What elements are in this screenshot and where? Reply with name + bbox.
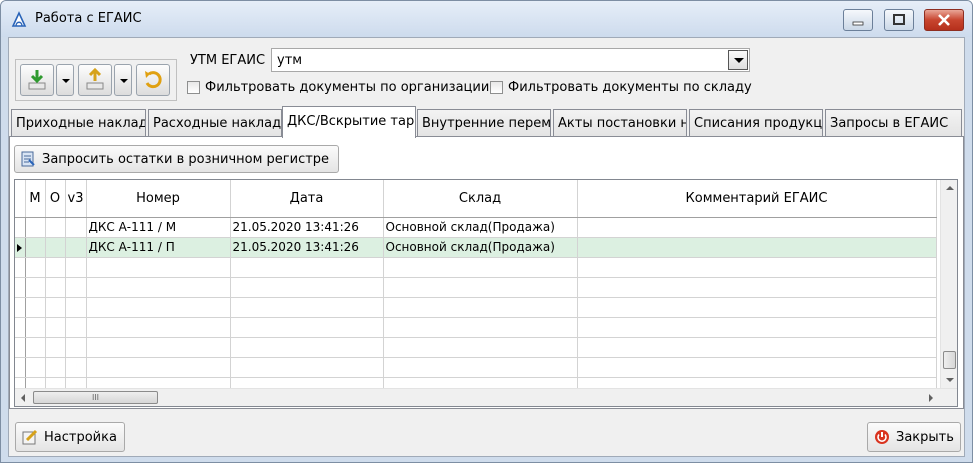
cell-m — [25, 237, 46, 258]
horizontal-scrollbar[interactable]: III — [15, 388, 957, 406]
cell-date: 21.05.2020 13:41:26 — [230, 217, 384, 238]
utm-label: УТМ ЕГАИС — [190, 53, 266, 68]
table-header-row: М О v3 Номер Дата Склад Комментарий ЕГАИ… — [15, 180, 937, 218]
title-bar[interactable]: Работа с ЕГАИС — [1, 1, 972, 37]
scroll-down-icon[interactable] — [946, 378, 954, 382]
column-header-comment[interactable]: Комментарий ЕГАИС — [577, 180, 937, 218]
tab-panel: Запросить остатки в розничном регистре М… — [9, 136, 964, 409]
filter-org-checkbox[interactable] — [187, 80, 200, 94]
utm-select-value: утм — [277, 53, 303, 68]
upload-button[interactable] — [78, 64, 112, 96]
empty-row — [15, 357, 937, 378]
upload-icon — [86, 67, 104, 90]
cell-store: Основной склад(Продажа) — [383, 217, 578, 238]
horizontal-scroll-thumb[interactable]: III — [33, 391, 158, 404]
current-row-pointer-icon — [17, 243, 22, 252]
row-indicator — [15, 217, 26, 238]
cell-v3 — [65, 217, 87, 238]
empty-row — [15, 277, 937, 298]
vertical-scrollbar[interactable] — [940, 180, 957, 388]
empty-row — [15, 317, 937, 338]
row-indicator-header — [15, 180, 26, 218]
column-header-date[interactable]: Дата — [230, 180, 384, 218]
chevron-down-icon[interactable] — [728, 50, 748, 70]
filter-store-checkbox[interactable] — [490, 80, 503, 94]
cell-o — [45, 217, 66, 238]
minimize-button[interactable] — [843, 9, 873, 31]
upload-dropdown[interactable] — [114, 64, 132, 96]
download-icon — [28, 70, 46, 90]
table-row-selected[interactable]: ДКС А-111 / П 21.05.2020 13:41:26 Основн… — [15, 237, 937, 258]
settings-button[interactable]: Настройка — [15, 422, 125, 452]
cell-comment — [577, 237, 937, 258]
documents-grid[interactable]: М О v3 Номер Дата Склад Комментарий ЕГАИ… — [14, 179, 958, 407]
cell-o — [45, 237, 66, 258]
window-title: Работа с ЕГАИС — [35, 11, 142, 26]
cell-store: Основной склад(Продажа) — [383, 237, 578, 258]
download-dropdown[interactable] — [56, 64, 74, 96]
tab-strip: Приходные накладные Расходные накладные … — [9, 106, 964, 138]
cell-comment — [577, 217, 937, 238]
scroll-right-icon[interactable] — [929, 394, 933, 402]
maximize-button[interactable] — [884, 9, 914, 31]
client-area: УТМ ЕГАИС утм Фильтровать документы по о… — [8, 37, 965, 457]
app-logo-icon — [11, 11, 27, 27]
cell-date: 21.05.2020 13:41:26 — [230, 237, 384, 258]
tab-outgoing-invoices[interactable]: Расходные накладные — [148, 109, 282, 137]
settings-icon — [22, 429, 38, 445]
documents-table: М О v3 Номер Дата Склад Комментарий ЕГАИ… — [15, 180, 937, 406]
close-label: Закрыть — [896, 429, 954, 445]
empty-row — [15, 297, 937, 318]
document-request-icon — [21, 151, 35, 167]
empty-row — [15, 257, 937, 278]
tab-dks-opening[interactable]: ДКС/Вскрытие тары — [282, 106, 416, 138]
maximize-icon — [893, 14, 905, 25]
close-button[interactable]: Закрыть — [867, 422, 961, 452]
tab-incoming-invoices[interactable]: Приходные накладные — [11, 109, 146, 137]
refresh-button[interactable] — [136, 64, 170, 96]
column-header-store[interactable]: Склад — [383, 180, 578, 218]
filter-org-checkbox-row[interactable]: Фильтровать документы по организации — [187, 79, 489, 95]
tab-egais-requests[interactable]: Запросы в ЕГАИС — [825, 109, 962, 137]
cell-number: ДКС А-111 / П — [86, 237, 231, 258]
filter-store-label: Фильтровать документы по складу — [508, 79, 752, 95]
cell-number: ДКС А-111 / М — [86, 217, 231, 238]
cell-v3 — [65, 237, 87, 258]
settings-label: Настройка — [44, 429, 117, 445]
column-header-m[interactable]: М — [25, 180, 46, 218]
close-window-button[interactable] — [924, 9, 964, 31]
empty-row — [15, 337, 937, 358]
close-icon — [938, 14, 950, 26]
utm-select[interactable]: утм — [271, 48, 750, 72]
row-indicator — [15, 237, 26, 258]
filter-store-checkbox-row[interactable]: Фильтровать документы по складу — [490, 79, 752, 95]
column-header-o[interactable]: О — [45, 180, 66, 218]
toolbar — [15, 59, 177, 101]
table-row[interactable]: ДКС А-111 / М 21.05.2020 13:41:26 Основн… — [15, 217, 937, 238]
cell-m — [25, 217, 46, 238]
tab-write-offs[interactable]: Списания продукции — [689, 109, 823, 137]
tab-internal-transfers[interactable]: Внутренние перемещения — [417, 109, 551, 137]
request-balances-button[interactable]: Запросить остатки в розничном регистре — [14, 145, 339, 173]
power-off-icon — [875, 430, 889, 444]
scroll-left-icon[interactable] — [21, 394, 25, 402]
download-button[interactable] — [20, 64, 54, 96]
column-header-v3[interactable]: v3 — [65, 180, 87, 218]
minimize-icon — [852, 21, 864, 26]
app-window: Работа с ЕГАИС УТМ ЕГАИС утм Фильтровать… — [0, 0, 973, 463]
scroll-up-icon[interactable] — [946, 186, 954, 190]
request-balances-label: Запросить остатки в розничном регистре — [42, 151, 330, 167]
column-header-number[interactable]: Номер — [86, 180, 231, 218]
tab-balance-acts[interactable]: Акты постановки на баланс — [553, 109, 687, 137]
vertical-scroll-thumb[interactable] — [943, 351, 956, 369]
filter-org-label: Фильтровать документы по организации — [205, 79, 490, 95]
refresh-icon — [145, 71, 162, 89]
